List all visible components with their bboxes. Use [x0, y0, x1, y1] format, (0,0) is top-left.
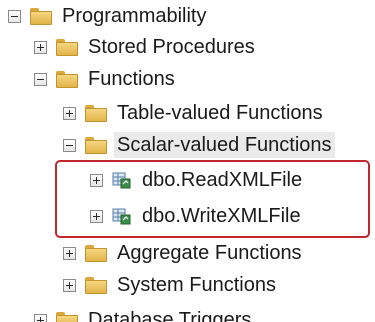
object-explorer-tree: Programmability Stored Procedures Functi…: [0, 0, 375, 322]
tree-node-aggregate-functions[interactable]: Aggregate Functions: [63, 237, 305, 269]
tree-node-label: Programmability: [62, 5, 207, 27]
tree-node-label: Scalar-valued Functions: [114, 132, 335, 158]
expand-toggle-icon[interactable]: [63, 278, 76, 292]
folder-icon: [30, 7, 52, 25]
folder-icon: [56, 311, 78, 322]
tree-node-label: Table-valued Functions: [117, 102, 323, 124]
folder-icon: [56, 38, 78, 56]
tree-node-database-triggers[interactable]: Database Triggers: [34, 306, 254, 322]
expand-toggle-icon[interactable]: [34, 40, 47, 54]
folder-icon: [56, 70, 78, 88]
tree-node-label: Stored Procedures: [88, 36, 255, 58]
tree-node-scalar-valued-functions[interactable]: Scalar-valued Functions: [63, 129, 335, 161]
folder-icon: [85, 104, 107, 122]
tree-node-label: System Functions: [117, 274, 276, 296]
annotation-highlight-box: [55, 160, 370, 238]
expand-toggle-icon[interactable]: [63, 246, 76, 260]
collapse-toggle-icon[interactable]: [8, 9, 21, 23]
expand-toggle-icon[interactable]: [63, 106, 76, 120]
tree-node-label: Aggregate Functions: [117, 242, 302, 264]
collapse-toggle-icon[interactable]: [34, 72, 47, 86]
tree-node-label: Functions: [88, 68, 175, 90]
tree-node-system-functions[interactable]: System Functions: [63, 269, 279, 301]
tree-node-programmability[interactable]: Programmability: [8, 0, 209, 32]
tree-node-label: Database Triggers: [88, 309, 252, 322]
tree-node-table-valued-functions[interactable]: Table-valued Functions: [63, 97, 326, 129]
folder-icon: [85, 244, 107, 262]
expand-toggle-icon[interactable]: [34, 313, 47, 322]
folder-icon: [85, 276, 107, 294]
collapse-toggle-icon[interactable]: [63, 138, 76, 152]
folder-icon: [85, 136, 107, 154]
tree-node-stored-procedures[interactable]: Stored Procedures: [34, 31, 258, 63]
tree-node-functions[interactable]: Functions: [34, 63, 178, 95]
